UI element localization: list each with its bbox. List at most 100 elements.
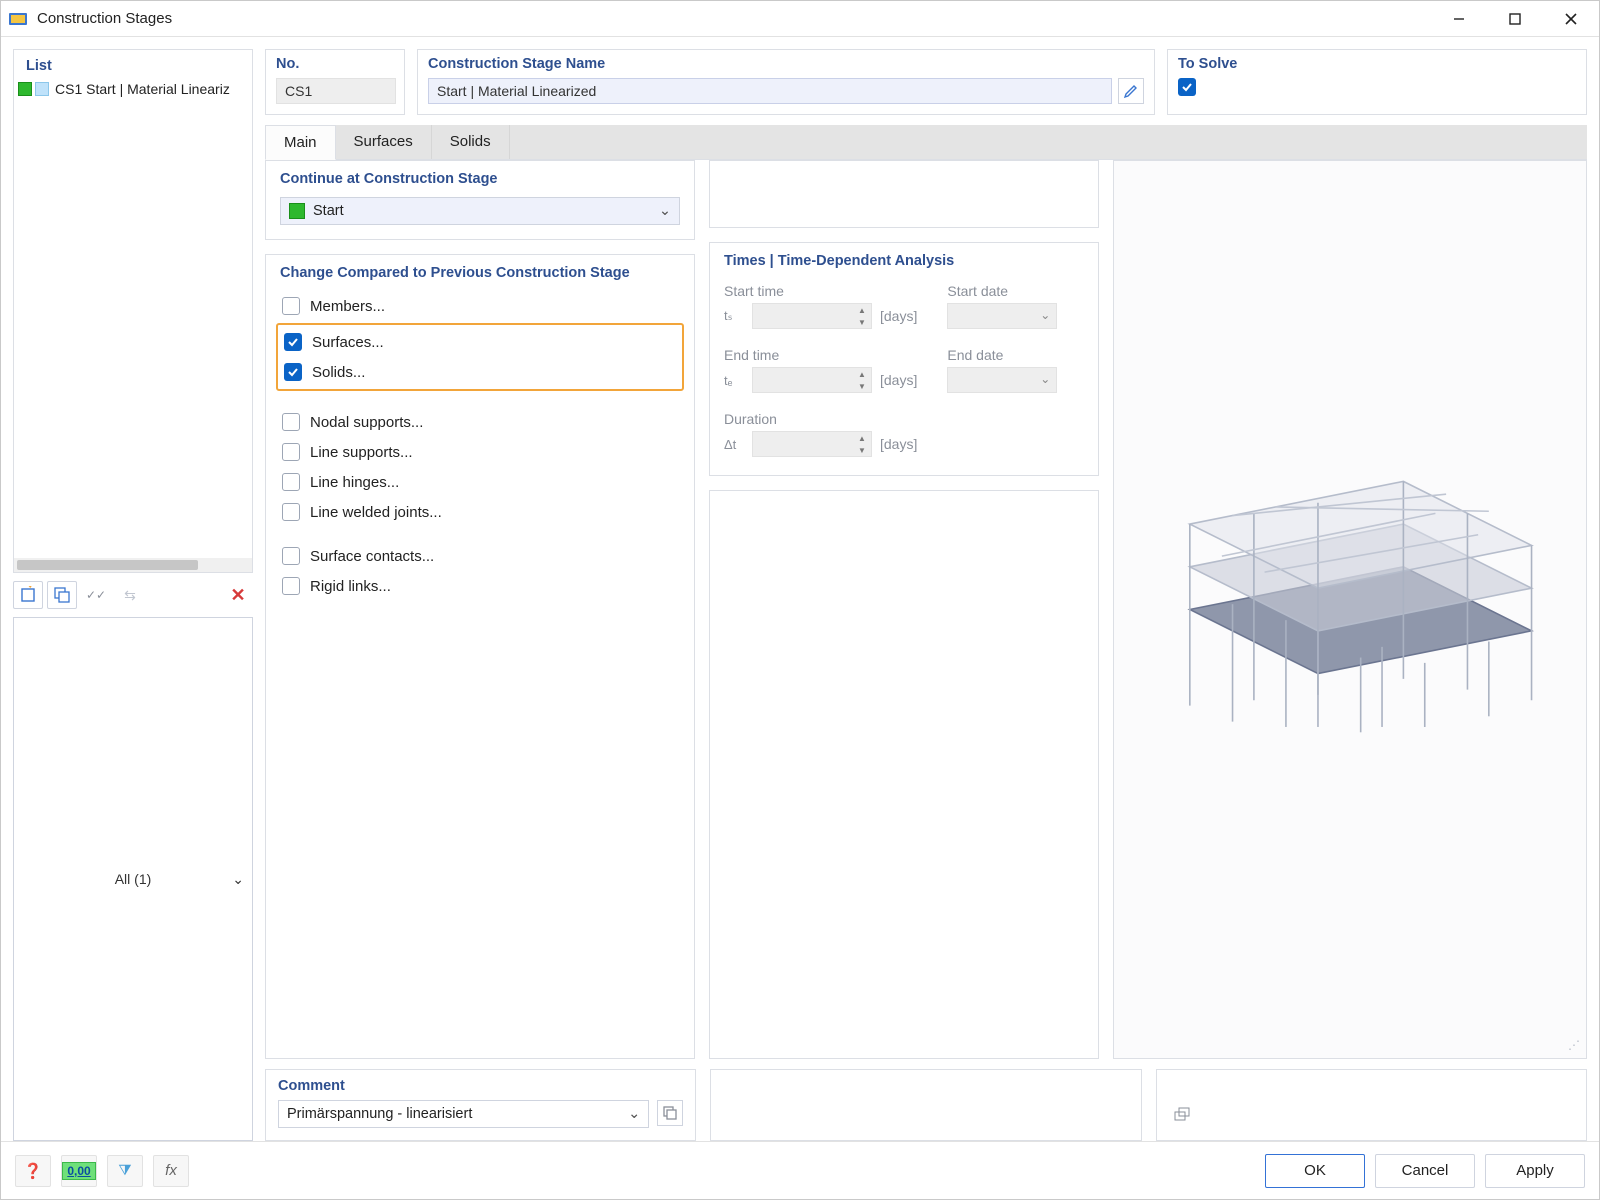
name-label: Construction Stage Name xyxy=(428,56,1144,72)
check-icon xyxy=(287,366,299,378)
members-checkbox-row[interactable]: Members... xyxy=(280,291,680,321)
list-panel: List CS1 Start | Material Lineariz xyxy=(13,49,253,573)
new-item-button[interactable]: ✦ xyxy=(13,581,43,609)
edit-name-button[interactable] xyxy=(1118,78,1144,104)
list-item-label: CS1 Start | Material Lineariz xyxy=(55,81,230,97)
continue-stage-select[interactable]: Start ⌄ xyxy=(280,197,680,225)
spinner-up-icon[interactable]: ▲ xyxy=(853,368,871,380)
swap-button[interactable]: ⇆ xyxy=(115,581,145,609)
name-input[interactable]: Start | Material Linearized xyxy=(428,78,1112,104)
app-icon xyxy=(7,8,29,30)
function-button[interactable]: fx xyxy=(153,1155,189,1187)
nodal-supports-checkbox-row[interactable]: Nodal supports... xyxy=(280,407,680,437)
delete-button[interactable]: ✕ xyxy=(223,581,253,609)
number-input[interactable]: CS1 xyxy=(276,78,396,104)
spinner-up-icon[interactable]: ▲ xyxy=(853,304,871,316)
solve-label: To Solve xyxy=(1178,56,1576,72)
checkbox[interactable] xyxy=(282,443,300,461)
help-button[interactable]: ❓ xyxy=(15,1155,51,1187)
dialog-footer: ❓ 0,00 ⧩ fx OK Cancel Apply xyxy=(1,1141,1599,1199)
line-welded-joints-checkbox-row[interactable]: Line welded joints... xyxy=(280,497,680,527)
list-item[interactable]: CS1 Start | Material Lineariz xyxy=(14,78,252,100)
check-icon xyxy=(1181,81,1193,93)
checkbox[interactable] xyxy=(282,547,300,565)
cancel-button[interactable]: Cancel xyxy=(1375,1154,1475,1188)
chevron-down-icon: ⌄ xyxy=(659,203,671,219)
fx-icon: fx xyxy=(165,1162,177,1179)
preview-3d[interactable]: ⋰ xyxy=(1113,160,1587,1059)
funnel-icon: ⧩ xyxy=(118,1162,131,1179)
checkbox[interactable] xyxy=(282,297,300,315)
check-button[interactable]: ✓✓ xyxy=(81,581,111,609)
highlighted-changes: Surfaces... Solids... xyxy=(276,323,684,391)
rigid-links-checkbox-row[interactable]: Rigid links... xyxy=(280,571,680,601)
svg-text:✦: ✦ xyxy=(26,586,34,592)
window-title: Construction Stages xyxy=(37,10,1431,27)
times-group: Times | Time-Dependent Analysis Start ti… xyxy=(709,242,1099,476)
number-label: No. xyxy=(276,56,394,72)
line-hinges-checkbox-row[interactable]: Line hinges... xyxy=(280,467,680,497)
checkbox[interactable] xyxy=(282,413,300,431)
list-filter-select[interactable]: All (1) ⌄ xyxy=(13,617,253,1141)
chevron-down-icon: ⌄ xyxy=(232,871,244,888)
color-swatch-icon xyxy=(18,82,32,96)
resize-grip-icon[interactable]: ⋰ xyxy=(1568,1038,1580,1052)
check-icon xyxy=(287,336,299,348)
tabs: Main Surfaces Solids xyxy=(265,125,1587,160)
changes-group: Change Compared to Previous Construction… xyxy=(265,254,695,1059)
color-swatch-icon xyxy=(35,82,49,96)
surface-contacts-checkbox-row[interactable]: Surface contacts... xyxy=(280,541,680,571)
continue-group: Continue at Construction Stage Start ⌄ xyxy=(265,160,695,240)
spinner-up-icon[interactable]: ▲ xyxy=(853,432,871,444)
units-button[interactable]: 0,00 xyxy=(61,1155,97,1187)
checkbox[interactable] xyxy=(282,503,300,521)
preview-settings-button[interactable] xyxy=(1169,1102,1195,1128)
ok-button[interactable]: OK xyxy=(1265,1154,1365,1188)
start-time-input[interactable]: ▲▼ xyxy=(752,303,872,329)
solve-checkbox[interactable] xyxy=(1178,78,1196,96)
building-model-icon xyxy=(1114,161,1586,1058)
end-date-input[interactable]: ⌄ xyxy=(947,367,1057,393)
duration-input[interactable]: ▲▼ xyxy=(752,431,872,457)
pencil-icon xyxy=(1123,83,1139,99)
list-tools: ✦ ✓✓ ⇆ ✕ xyxy=(13,579,253,611)
horizontal-scrollbar[interactable] xyxy=(14,558,252,572)
color-swatch-icon xyxy=(289,203,305,219)
comment-library-button[interactable] xyxy=(657,1100,683,1126)
preview-tools-box xyxy=(1156,1069,1587,1141)
checkbox[interactable] xyxy=(284,363,302,381)
end-time-input[interactable]: ▲▼ xyxy=(752,367,872,393)
tab-main[interactable]: Main xyxy=(265,125,336,160)
copy-icon xyxy=(662,1105,678,1121)
chevron-down-icon: ⌄ xyxy=(1040,308,1050,322)
solids-checkbox-row[interactable]: Solids... xyxy=(282,357,678,387)
layers-icon xyxy=(1173,1106,1191,1124)
name-box: Construction Stage Name Start | Material… xyxy=(417,49,1155,115)
apply-button[interactable]: Apply xyxy=(1485,1154,1585,1188)
tab-surfaces[interactable]: Surfaces xyxy=(336,125,432,159)
tab-solids[interactable]: Solids xyxy=(432,125,510,159)
checkbox[interactable] xyxy=(282,577,300,595)
checkbox[interactable] xyxy=(284,333,302,351)
comment-box: Comment Primärspannung - linearisiert ⌄ xyxy=(265,1069,696,1141)
surfaces-checkbox-row[interactable]: Surfaces... xyxy=(282,327,678,357)
empty-group-top xyxy=(709,160,1099,228)
spinner-down-icon[interactable]: ▼ xyxy=(853,444,871,456)
number-box: No. CS1 xyxy=(265,49,405,115)
maximize-button[interactable] xyxy=(1487,1,1543,37)
help-icon: ❓ xyxy=(24,1162,43,1180)
titlebar: Construction Stages xyxy=(1,1,1599,37)
spinner-down-icon[interactable]: ▼ xyxy=(853,316,871,328)
spinner-down-icon[interactable]: ▼ xyxy=(853,380,871,392)
copy-item-button[interactable] xyxy=(47,581,77,609)
checkbox[interactable] xyxy=(282,473,300,491)
minimize-button[interactable] xyxy=(1431,1,1487,37)
list-header: List xyxy=(14,50,252,78)
line-supports-checkbox-row[interactable]: Line supports... xyxy=(280,437,680,467)
empty-group-bottom xyxy=(709,490,1099,1059)
close-button[interactable] xyxy=(1543,1,1599,37)
start-date-input[interactable]: ⌄ xyxy=(947,303,1057,329)
chevron-down-icon: ⌄ xyxy=(1040,372,1050,386)
comment-select[interactable]: Primärspannung - linearisiert ⌄ xyxy=(278,1100,649,1128)
filter-button[interactable]: ⧩ xyxy=(107,1155,143,1187)
